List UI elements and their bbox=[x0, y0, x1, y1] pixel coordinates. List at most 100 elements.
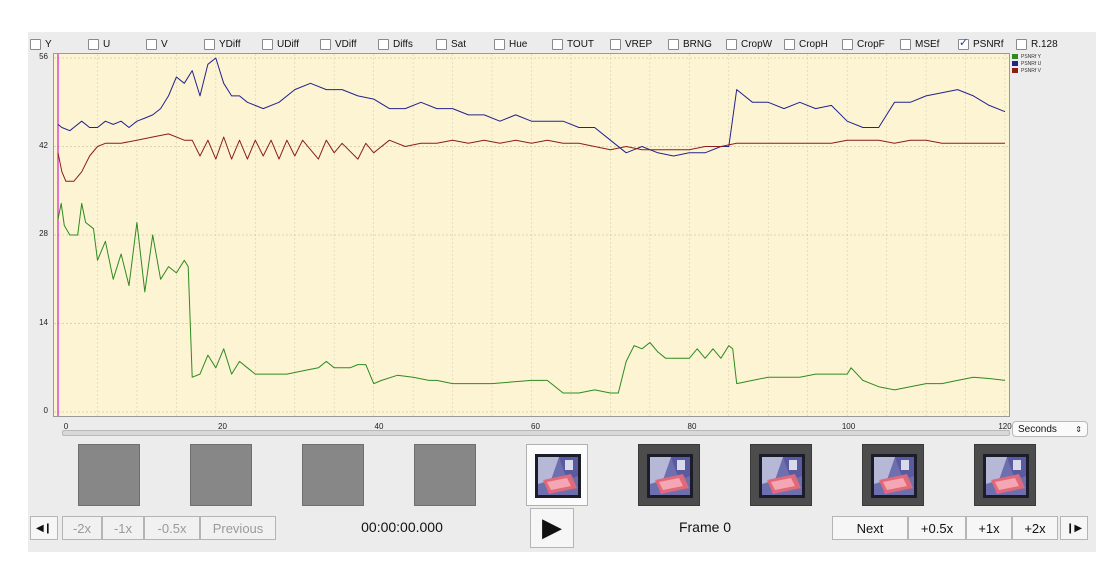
filter-checkbox[interactable] bbox=[958, 36, 969, 50]
filter-checkbox[interactable] bbox=[204, 38, 215, 50]
legend-swatch bbox=[1012, 68, 1018, 73]
thumbnail-frame[interactable] bbox=[974, 444, 1036, 506]
next-button[interactable]: Next bbox=[832, 516, 908, 540]
previous-frame-button[interactable]: ◀❙ bbox=[30, 516, 58, 540]
filter-diffs[interactable]: Diffs bbox=[378, 38, 436, 50]
thumbnail-empty[interactable] bbox=[414, 444, 476, 506]
filter-udiff[interactable]: UDiff bbox=[262, 38, 320, 50]
y-tick-label: 42 bbox=[39, 140, 48, 150]
speed-minus-1x-label: -1x bbox=[113, 520, 133, 536]
filter-ydiff[interactable]: YDiff bbox=[204, 38, 262, 50]
y-tick-label: 0 bbox=[43, 406, 48, 415]
filter-checkbox[interactable] bbox=[1016, 38, 1027, 50]
filter-checkbox[interactable] bbox=[88, 38, 99, 50]
timecode-display: 00:00:00.000 bbox=[361, 519, 443, 535]
filter-u[interactable]: U bbox=[88, 38, 146, 50]
legend-entry: PSNRf V bbox=[1012, 67, 1041, 74]
filter-y[interactable]: Y bbox=[30, 38, 88, 50]
psnr-chart bbox=[53, 53, 1010, 417]
filter-label: UDiff bbox=[277, 38, 300, 50]
legend-label: PSNRf Y bbox=[1021, 53, 1041, 60]
filter-checkbox[interactable] bbox=[842, 38, 853, 50]
filter-cropf[interactable]: CropF bbox=[842, 38, 900, 50]
filter-label: R.128 bbox=[1031, 38, 1058, 50]
filter-checkbox[interactable] bbox=[900, 38, 911, 50]
video-frame-icon bbox=[647, 454, 693, 498]
speed-plus-05x-button[interactable]: +0.5x bbox=[908, 516, 966, 540]
y-tick-label: 28 bbox=[39, 229, 48, 238]
filter-checkbox[interactable] bbox=[146, 38, 157, 50]
filter-checkbox[interactable] bbox=[378, 38, 389, 50]
filter-checkbox[interactable] bbox=[610, 38, 621, 50]
psnr-chart-svg bbox=[54, 54, 1009, 416]
filter-checkbox[interactable] bbox=[320, 38, 331, 50]
filter-label: CropH bbox=[799, 38, 828, 50]
step-back-icon: ◀❙ bbox=[35, 522, 53, 534]
filter-label: CropF bbox=[857, 38, 885, 50]
filter-checkbox[interactable] bbox=[262, 38, 273, 50]
chart-legend: PSNRf Y PSNRf U PSNRf V bbox=[1012, 53, 1041, 74]
video-frame-icon bbox=[759, 454, 805, 498]
thumbnail-frame[interactable] bbox=[862, 444, 924, 506]
filter-vrep[interactable]: VREP bbox=[610, 38, 668, 50]
filter-tout[interactable]: TOUT bbox=[552, 38, 610, 50]
filter-checkbox[interactable] bbox=[494, 38, 505, 50]
filter-checkbox[interactable] bbox=[30, 38, 41, 50]
y-tick-label: 56 bbox=[39, 52, 48, 61]
filter-msef[interactable]: MSEf bbox=[900, 38, 958, 50]
filter-cropw[interactable]: CropW bbox=[726, 38, 784, 50]
play-icon: ▶ bbox=[542, 513, 562, 543]
next-label: Next bbox=[856, 520, 884, 536]
speed-plus-05x-label: +0.5x bbox=[920, 520, 954, 536]
filter-checkbox[interactable] bbox=[668, 38, 679, 50]
step-forward-icon: ❙▶ bbox=[1065, 522, 1083, 534]
time-range-slider[interactable] bbox=[62, 430, 1010, 436]
filter-checkbox[interactable] bbox=[552, 38, 563, 50]
previous-label: Previous bbox=[212, 520, 264, 536]
next-frame-button[interactable]: ❙▶ bbox=[1060, 516, 1088, 540]
thumbnail-frame[interactable] bbox=[750, 444, 812, 506]
filter-v[interactable]: V bbox=[146, 38, 204, 50]
filter-label: V bbox=[161, 38, 168, 50]
time-unit-select[interactable]: Seconds ⇕ bbox=[1012, 421, 1088, 437]
thumbnail-empty[interactable] bbox=[302, 444, 364, 506]
filter-hue[interactable]: Hue bbox=[494, 38, 552, 50]
filter-label: CropW bbox=[741, 38, 773, 50]
speed-plus-2x-button[interactable]: +2x bbox=[1012, 516, 1058, 540]
legend-swatch bbox=[1012, 54, 1018, 59]
filter-label: YDiff bbox=[219, 38, 241, 50]
filter-brng[interactable]: BRNG bbox=[668, 38, 726, 50]
filter-label: Sat bbox=[451, 38, 467, 50]
filter-croph[interactable]: CropH bbox=[784, 38, 842, 50]
filter-label: MSEf bbox=[915, 38, 940, 50]
thumbnail-empty[interactable] bbox=[190, 444, 252, 506]
speed-plus-1x-button[interactable]: +1x bbox=[966, 516, 1012, 540]
legend-swatch bbox=[1012, 61, 1018, 66]
filter-label: PSNRf bbox=[973, 38, 1004, 50]
video-frame-icon bbox=[983, 454, 1029, 498]
filter-checkbox-row: Y U V YDiff UDiff VDiff Diffs Sat Hue TOUT VREP BRN… bbox=[30, 36, 1105, 52]
speed-minus-05x-button[interactable]: -0.5x bbox=[144, 516, 200, 540]
thumbnail-frame[interactable] bbox=[638, 444, 700, 506]
play-button[interactable]: ▶ bbox=[530, 508, 574, 548]
legend-label: PSNRf V bbox=[1021, 67, 1042, 74]
legend-entry: PSNRf U bbox=[1012, 60, 1041, 67]
previous-button[interactable]: Previous bbox=[200, 516, 276, 540]
filter-label: TOUT bbox=[567, 38, 595, 50]
thumbnail-current[interactable] bbox=[526, 444, 588, 506]
filter-checkbox[interactable] bbox=[784, 38, 795, 50]
speed-minus-2x-button[interactable]: -2x bbox=[62, 516, 102, 540]
speed-minus-05x-label: -0.5x bbox=[157, 520, 187, 536]
filter-sat[interactable]: Sat bbox=[436, 38, 494, 50]
speed-minus-1x-button[interactable]: -1x bbox=[102, 516, 144, 540]
video-frame-icon bbox=[871, 454, 917, 498]
filter-psnrf[interactable]: PSNRf bbox=[958, 36, 1016, 50]
filter-checkbox[interactable] bbox=[726, 38, 737, 50]
speed-plus-1x-label: +1x bbox=[978, 520, 1000, 536]
filter-r-128[interactable]: R.128 bbox=[1016, 38, 1074, 50]
thumbnail-empty[interactable] bbox=[78, 444, 140, 506]
filter-label: VDiff bbox=[335, 38, 357, 50]
legend-label: PSNRf U bbox=[1021, 60, 1042, 67]
filter-vdiff[interactable]: VDiff bbox=[320, 38, 378, 50]
filter-checkbox[interactable] bbox=[436, 38, 447, 50]
